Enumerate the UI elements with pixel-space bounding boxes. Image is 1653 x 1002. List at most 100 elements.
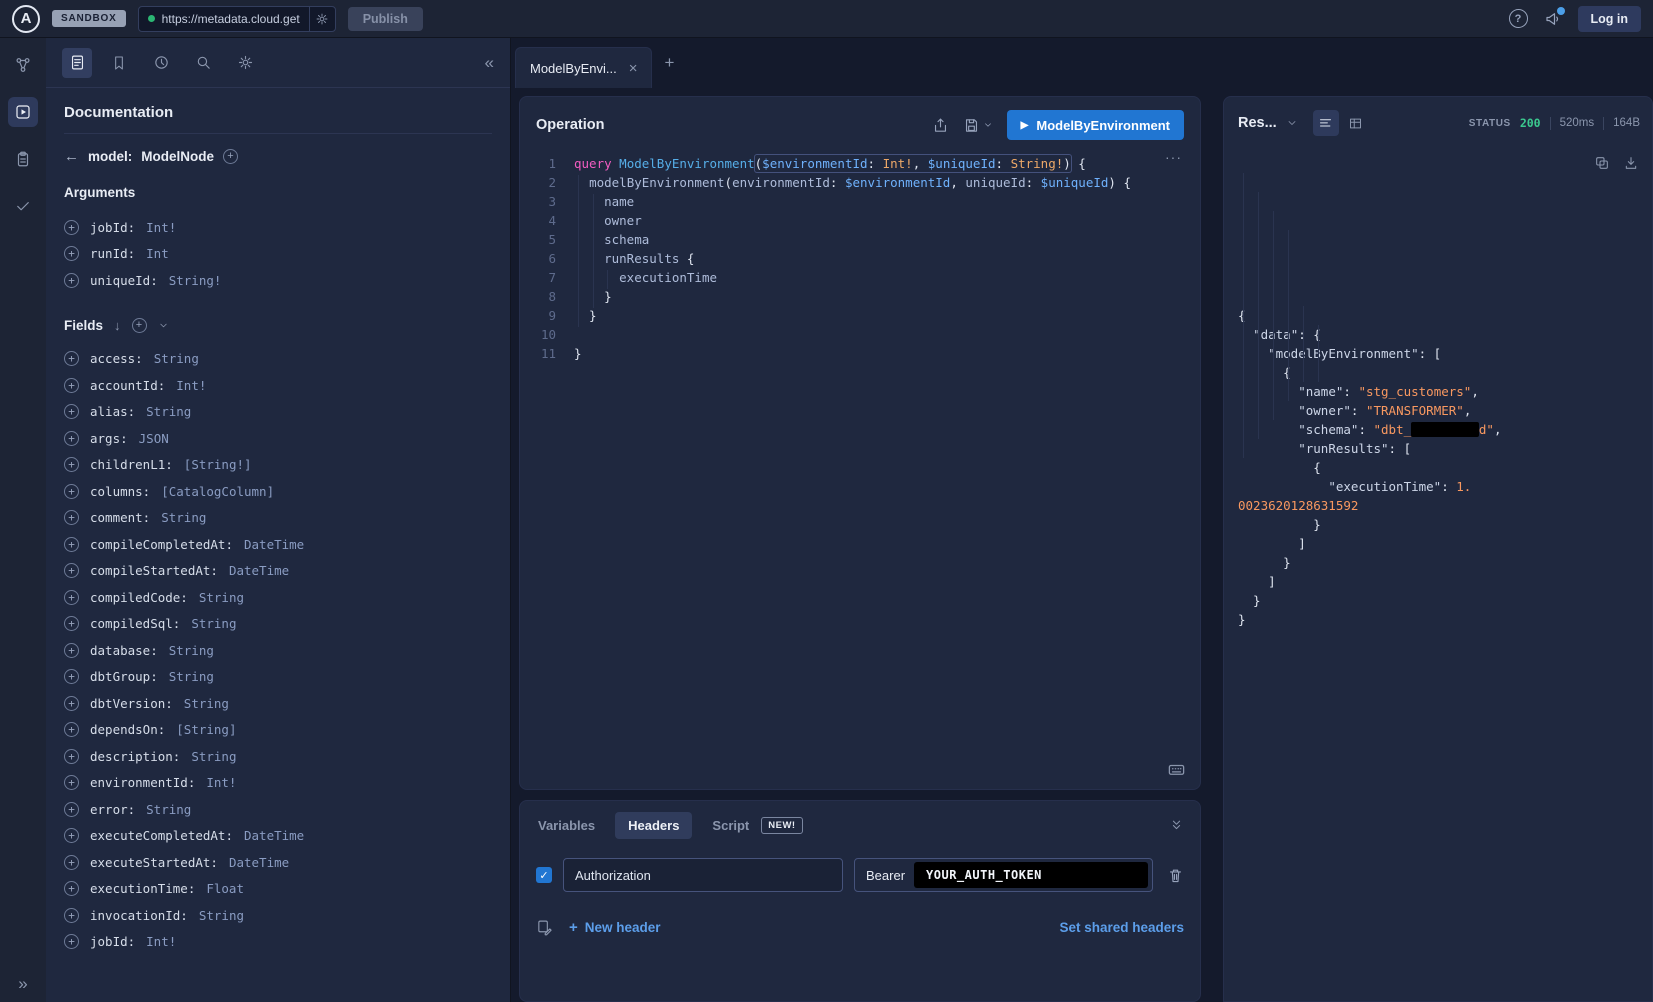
- add-all-fields-button[interactable]: +: [132, 318, 147, 333]
- add-field-button[interactable]: +: [64, 669, 79, 684]
- view-raw-button[interactable]: [1313, 110, 1339, 136]
- nav-checklist-button[interactable]: [8, 144, 38, 174]
- tab-variables[interactable]: Variables: [536, 812, 597, 839]
- field-type[interactable]: DateTime: [244, 828, 304, 843]
- field-type[interactable]: String: [161, 510, 206, 525]
- add-field-button[interactable]: +: [64, 643, 79, 658]
- nav-schema-button[interactable]: [8, 50, 38, 80]
- field-type[interactable]: DateTime: [229, 855, 289, 870]
- field-type[interactable]: String: [199, 908, 244, 923]
- field-type[interactable]: [CatalogColumn]: [161, 484, 274, 499]
- add-argument-button[interactable]: +: [64, 273, 79, 288]
- more-options-button[interactable]: ···: [1165, 149, 1182, 165]
- help-button[interactable]: ?: [1509, 9, 1528, 28]
- field-type[interactable]: String: [199, 590, 244, 605]
- chevron-down-icon[interactable]: [158, 320, 169, 331]
- add-field-button[interactable]: +: [64, 510, 79, 525]
- add-field-button[interactable]: +: [64, 563, 79, 578]
- field-type[interactable]: String: [146, 404, 191, 419]
- back-arrow-icon[interactable]: ←: [64, 148, 79, 165]
- add-field-button[interactable]: +: [64, 590, 79, 605]
- docs-tab-settings[interactable]: [230, 48, 260, 78]
- add-field-button[interactable]: +: [64, 802, 79, 817]
- add-field-button[interactable]: +: [64, 855, 79, 870]
- add-field-button[interactable]: +: [64, 431, 79, 446]
- field-type[interactable]: String: [169, 669, 214, 684]
- field-type[interactable]: String: [191, 616, 236, 631]
- field-type[interactable]: String: [184, 696, 229, 711]
- field-type[interactable]: String: [169, 643, 214, 658]
- add-field-button[interactable]: +: [64, 828, 79, 843]
- nav-explorer-button[interactable]: [8, 97, 38, 127]
- save-operation-button[interactable]: [963, 117, 993, 134]
- login-button[interactable]: Log in: [1578, 6, 1642, 32]
- argument-type[interactable]: String!: [169, 273, 222, 288]
- field-type[interactable]: DateTime: [229, 563, 289, 578]
- field-type[interactable]: Float: [206, 881, 244, 896]
- add-field-button[interactable]: +: [64, 908, 79, 923]
- field-type[interactable]: [String]: [176, 722, 236, 737]
- field-type[interactable]: [String!]: [184, 457, 252, 472]
- docs-tab-bookmarks[interactable]: [104, 48, 134, 78]
- keyboard-shortcuts-button[interactable]: [1167, 760, 1186, 779]
- sort-icon[interactable]: ↓: [114, 318, 121, 333]
- field-type[interactable]: Int!: [176, 378, 206, 393]
- graphql-editor[interactable]: 1query ModelByEnvironment($environmentId…: [520, 146, 1200, 789]
- field-type[interactable]: Int!: [206, 775, 236, 790]
- field-type[interactable]: DateTime: [244, 537, 304, 552]
- add-type-button[interactable]: +: [223, 149, 238, 164]
- chevron-down-icon[interactable]: [1286, 117, 1298, 129]
- add-field-button[interactable]: +: [64, 351, 79, 366]
- publish-button[interactable]: Publish: [348, 7, 423, 31]
- add-field-button[interactable]: +: [64, 934, 79, 949]
- new-header-button[interactable]: + New header: [569, 919, 661, 936]
- add-field-button[interactable]: +: [64, 749, 79, 764]
- tab-script[interactable]: Script: [710, 812, 751, 839]
- view-table-button[interactable]: [1343, 110, 1369, 136]
- delete-header-button[interactable]: [1167, 867, 1184, 884]
- set-shared-headers-button[interactable]: Set shared headers: [1059, 920, 1184, 935]
- add-field-button[interactable]: +: [64, 484, 79, 499]
- header-key-input[interactable]: Authorization: [563, 858, 843, 892]
- add-field-button[interactable]: +: [64, 696, 79, 711]
- collapse-panel-button[interactable]: [1169, 818, 1184, 833]
- add-field-button[interactable]: +: [64, 881, 79, 896]
- add-field-button[interactable]: +: [64, 378, 79, 393]
- add-field-button[interactable]: +: [64, 775, 79, 790]
- add-argument-button[interactable]: +: [64, 246, 79, 261]
- argument-type[interactable]: Int!: [146, 220, 176, 235]
- announcements-button[interactable]: [1544, 10, 1562, 28]
- docs-tab-search[interactable]: [188, 48, 218, 78]
- expand-rail-button[interactable]: »: [0, 974, 46, 994]
- field-type[interactable]: JSON: [139, 431, 169, 446]
- collapse-docs-button[interactable]: «: [485, 53, 494, 73]
- operation-tab[interactable]: ModelByEnvi... ×: [515, 47, 652, 88]
- field-type[interactable]: Int!: [146, 934, 176, 949]
- new-tab-button[interactable]: +: [652, 53, 686, 73]
- add-field-button[interactable]: +: [64, 457, 79, 472]
- endpoint-settings-button[interactable]: [309, 7, 335, 31]
- docs-tab-history[interactable]: [146, 48, 176, 78]
- tab-headers[interactable]: Headers: [615, 812, 692, 839]
- endpoint-url-input[interactable]: https://metadata.cloud.get: [138, 6, 336, 32]
- add-field-button[interactable]: +: [64, 537, 79, 552]
- breadcrumb-type[interactable]: ModelNode: [141, 149, 214, 164]
- argument-type[interactable]: Int: [146, 246, 169, 261]
- environment-variables-button[interactable]: [536, 919, 553, 936]
- add-argument-button[interactable]: +: [64, 220, 79, 235]
- add-field-button[interactable]: +: [64, 616, 79, 631]
- share-operation-button[interactable]: [932, 117, 949, 134]
- field-type[interactable]: String: [154, 351, 199, 366]
- docs-tab-documentation[interactable]: [62, 48, 92, 78]
- header-enabled-checkbox[interactable]: ✓: [536, 867, 552, 883]
- header-value-input[interactable]: Bearer YOUR_AUTH_TOKEN: [854, 858, 1153, 892]
- nav-checks-button[interactable]: [8, 191, 38, 221]
- auth-token-value[interactable]: YOUR_AUTH_TOKEN: [914, 862, 1148, 888]
- apollo-logo[interactable]: A: [12, 5, 40, 33]
- close-icon[interactable]: ×: [629, 60, 638, 77]
- run-operation-button[interactable]: ▶ ModelByEnvironment: [1007, 110, 1184, 140]
- add-field-button[interactable]: +: [64, 722, 79, 737]
- add-field-button[interactable]: +: [64, 404, 79, 419]
- response-title-dropdown[interactable]: Res...: [1238, 115, 1277, 131]
- field-type[interactable]: String: [146, 802, 191, 817]
